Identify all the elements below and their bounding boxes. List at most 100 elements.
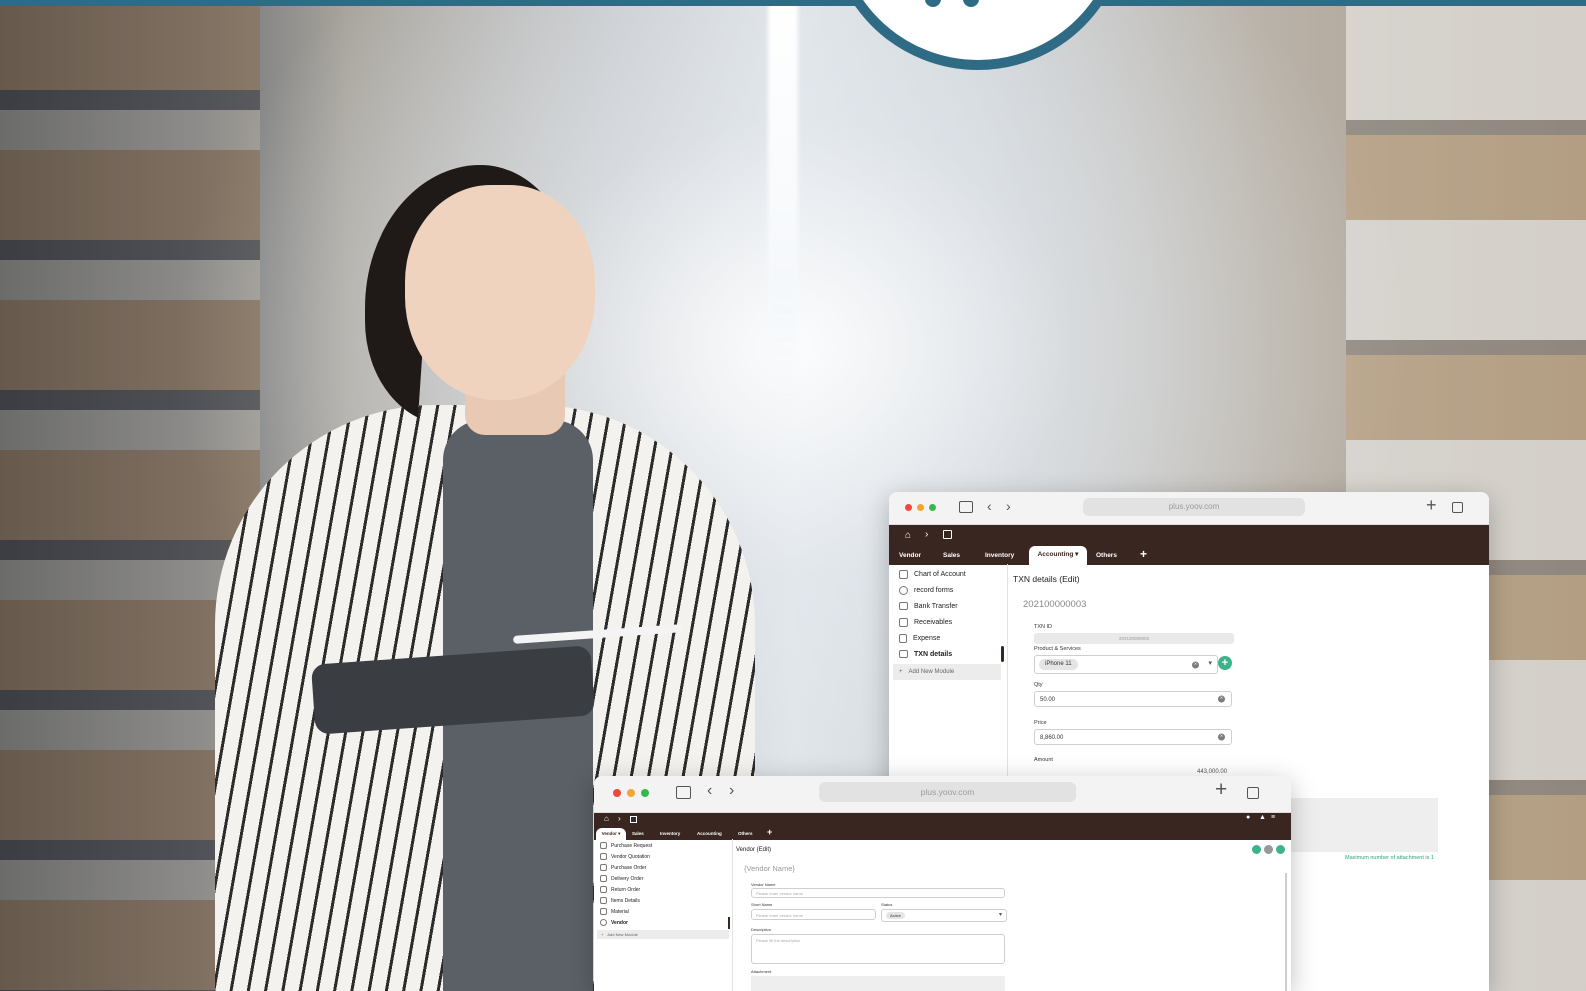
status-label: Status [881, 902, 893, 907]
app-navbar: ⌂ › Vendor Sales Inventory Accounting ▾ … [889, 525, 1489, 565]
tab-inventory[interactable]: Inventory [985, 552, 1014, 559]
tabs-overview-icon[interactable] [1247, 787, 1259, 799]
browser-toolbar: ‹ › plus.yoov.com + [594, 776, 1291, 813]
sidebar-item-chart-of-account[interactable]: Chart of Account [899, 570, 966, 579]
add-new-module-button[interactable]: + Add New Module [597, 930, 729, 939]
sidebar-item-vendor-quotation[interactable]: Vendor Quotation [600, 853, 650, 860]
add-tab-plus-icon[interactable]: + [1140, 547, 1147, 561]
sidebar-item-expense[interactable]: Expense [899, 634, 940, 643]
new-tab-plus-icon[interactable]: + [1215, 778, 1227, 802]
tabs-overview-icon[interactable] [1452, 502, 1463, 513]
price-field[interactable]: 8,860.00 × [1034, 729, 1232, 745]
face [405, 185, 595, 400]
chevron-down-icon[interactable]: ▾ [1208, 659, 1212, 667]
cancel-icon[interactable] [1264, 845, 1273, 854]
close-dot[interactable] [613, 789, 621, 797]
sidebar-item-purchase-request[interactable]: Purchase Request [600, 842, 652, 849]
sidebar-toggle-icon[interactable] [676, 786, 691, 799]
product-chip[interactable]: iPhone 11 [1039, 659, 1078, 670]
maximize-dot[interactable] [641, 789, 649, 797]
clear-icon[interactable]: × [1192, 661, 1199, 668]
attachment-note: Maximum number of attachment is 1 [1345, 855, 1434, 861]
sidebar-scrollbar[interactable] [728, 917, 730, 929]
tab-sales[interactable]: Sales [943, 552, 960, 559]
qty-label: Qty [1034, 682, 1043, 688]
menu-icon[interactable]: ≡ [1271, 814, 1275, 821]
monitor-icon [899, 650, 908, 658]
sidebar-item-label: Return Order [611, 886, 641, 893]
bell-icon[interactable]: ▲ [1259, 814, 1266, 821]
main-scrollbar[interactable] [1285, 873, 1287, 991]
attachment-dropzone[interactable] [1290, 798, 1438, 852]
new-tab-plus-icon[interactable]: + [1426, 495, 1437, 516]
sidebar-toggle-icon[interactable] [959, 501, 973, 513]
minimize-dot[interactable] [917, 504, 924, 511]
address-bar[interactable]: plus.yoov.com [1083, 498, 1305, 516]
add-product-button[interactable]: + [1218, 656, 1232, 670]
tab-accounting[interactable]: Accounting [697, 831, 722, 836]
sidebar-item-bank-transfer[interactable]: Bank Transfer [899, 602, 958, 610]
minimize-dot[interactable] [627, 789, 635, 797]
tab-others[interactable]: Others [1096, 552, 1117, 559]
forward-chevron-icon[interactable]: › [729, 782, 734, 800]
tab-accounting[interactable]: Accounting ▾ [1029, 546, 1087, 565]
sidebar-item-items-details[interactable]: Items Details [600, 897, 640, 904]
price-value: 8,860.00 [1040, 735, 1064, 741]
qty-value: 50.00 [1040, 697, 1056, 703]
tab-sales[interactable]: Sales [632, 831, 644, 836]
clear-icon[interactable]: × [1218, 695, 1225, 703]
add-tab-plus-icon[interactable]: + [767, 827, 772, 837]
home-icon[interactable]: ⌂ [905, 530, 911, 541]
breadcrumb-chevron-icon: › [925, 529, 929, 540]
short-name-placeholder: Please enter vendor name [756, 913, 803, 918]
vendor-name-field[interactable]: Please enter vendor name [751, 888, 1005, 898]
status-chip[interactable]: Active [886, 912, 905, 919]
status-select[interactable]: Active ▾ [881, 909, 1007, 922]
vendor-name-label: Vendor Name [751, 882, 776, 887]
chevron-down-icon[interactable]: ▾ [999, 911, 1002, 918]
sidebar-item-label: Vendor [611, 919, 628, 926]
sidebar-scrollbar[interactable] [1001, 646, 1004, 662]
record-title: {Vendor Name} [744, 864, 795, 873]
clear-icon[interactable]: × [1218, 733, 1225, 741]
tab-inventory[interactable]: Inventory [660, 831, 680, 836]
next-icon[interactable] [1276, 845, 1285, 854]
forward-chevron-icon[interactable]: › [1006, 498, 1011, 514]
home-icon[interactable]: ⌂ [604, 814, 609, 823]
main-content: Vendor (Edit) {Vendor Name} Vendor Name … [732, 839, 1291, 991]
txn-id-field: 202100000003 [1034, 633, 1234, 644]
sidebar-item-vendor[interactable]: Vendor [600, 919, 628, 926]
tab-vendor[interactable]: Vendor [899, 552, 921, 559]
chevron-down-icon: ▾ [1075, 551, 1079, 558]
tab-others[interactable]: Others [738, 831, 753, 836]
save-icon[interactable] [1252, 845, 1261, 854]
product-select[interactable]: iPhone 11 × ▾ [1034, 655, 1218, 674]
sidebar-item-txn-details[interactable]: TXN details [899, 650, 952, 658]
description-textarea[interactable]: Please fill the description [751, 934, 1005, 964]
sidebar-item-delivery-order[interactable]: Delivery Order [600, 875, 643, 882]
sidebar-item-receivables[interactable]: Receivables [899, 618, 952, 627]
user-icon[interactable]: ● [1246, 814, 1250, 821]
maximize-dot[interactable] [929, 504, 936, 511]
sidebar-item-return-order[interactable]: Return Order [600, 886, 640, 893]
short-name-field[interactable]: Please enter vendor name [751, 909, 876, 920]
sidebar-item-purchase-order[interactable]: Purchase Order [600, 864, 646, 871]
sidebar-item-label: TXN details [914, 650, 953, 658]
qty-field[interactable]: 50.00 × [1034, 691, 1232, 707]
sidebar-item-material[interactable]: Material [600, 908, 629, 915]
add-new-module-button[interactable]: + Add New Module [893, 664, 1001, 680]
top-accent-bar [0, 0, 1586, 6]
address-bar[interactable]: plus.yoov.com [819, 782, 1076, 802]
sidebar-item-record-forms[interactable]: record forms [899, 586, 953, 595]
back-chevron-icon[interactable]: ‹ [707, 782, 712, 800]
attachment-dropzone[interactable] [751, 976, 1005, 991]
hand-icon [899, 618, 908, 627]
sidebar-item-label: Purchase Request [611, 842, 653, 849]
browser-toolbar: ‹ › plus.yoov.com + [889, 492, 1489, 525]
close-dot[interactable] [905, 504, 912, 511]
back-chevron-icon[interactable]: ‹ [987, 498, 992, 514]
attachment-label: Attachment [751, 969, 772, 974]
page-title: Vendor (Edit) [736, 847, 772, 853]
monitor-icon [899, 602, 908, 610]
sidebar-item-label: Delivery Order [611, 875, 644, 882]
